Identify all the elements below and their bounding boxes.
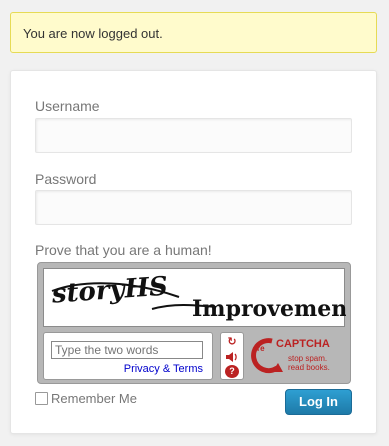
captcha-label: Prove that you are a human! [35, 242, 212, 258]
recaptcha-logo: re CAPTCHA stop spam. read books. [250, 332, 346, 380]
remember-me[interactable]: Remember Me [35, 391, 137, 406]
recaptcha-logo-prefix: re [257, 344, 265, 353]
help-icon[interactable]: ? [225, 365, 239, 378]
username-label: Username [35, 98, 100, 114]
password-field[interactable] [35, 190, 352, 225]
captcha-word-2: Improvement [192, 296, 346, 322]
recaptcha-widget: storyHS Improvement Privacy & Terms ↻ ? … [37, 262, 358, 384]
captcha-response-area: Privacy & Terms [43, 332, 213, 380]
captcha-controls: ↻ ? [220, 332, 244, 380]
username-field[interactable] [35, 118, 352, 153]
audio-icon[interactable] [225, 351, 239, 364]
login-form: Username Password Prove that you are a h… [10, 70, 377, 434]
password-label: Password [35, 171, 97, 187]
remember-me-checkbox[interactable] [35, 392, 48, 405]
privacy-terms-link[interactable]: Privacy & Terms [124, 363, 203, 375]
logout-notice: You are now logged out. [10, 12, 377, 53]
captcha-response-input[interactable] [51, 341, 203, 359]
captcha-image: storyHS Improvement [43, 268, 358, 327]
recaptcha-logo-text: CAPTCHA [276, 338, 330, 350]
remember-me-label: Remember Me [51, 391, 137, 406]
captcha-word-1: storyHS [50, 272, 169, 310]
logout-notice-text: You are now logged out. [23, 26, 163, 41]
recaptcha-tagline-1: stop spam. [288, 354, 328, 363]
login-button[interactable]: Log In [285, 389, 352, 415]
recaptcha-tagline-2: read books. [288, 363, 330, 372]
refresh-icon[interactable]: ↻ [225, 336, 239, 349]
